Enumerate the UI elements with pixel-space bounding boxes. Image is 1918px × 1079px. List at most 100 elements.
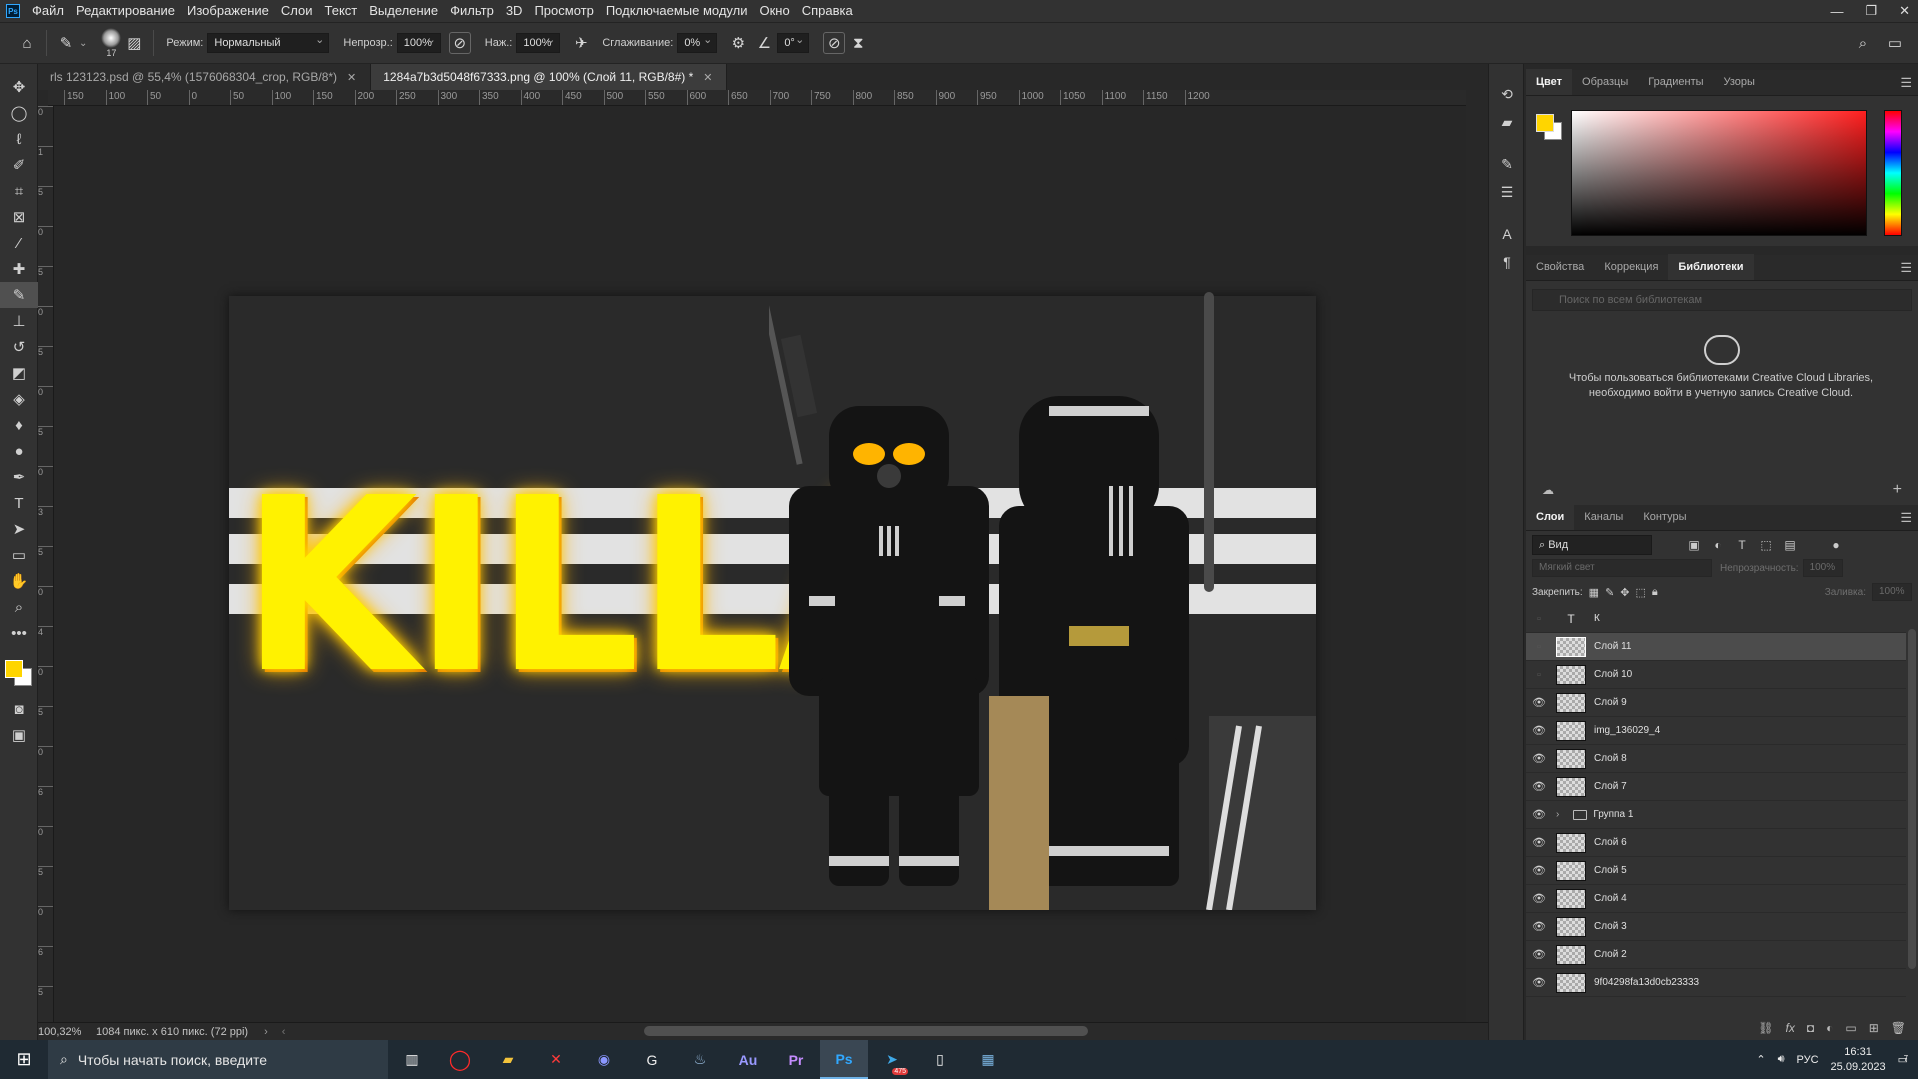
layer-row[interactable]: 👁︎ Слой 7 (1526, 773, 1906, 801)
visibility-eye-icon[interactable]: ▫ (1526, 669, 1552, 681)
menu-select[interactable]: Выделение (363, 0, 444, 22)
lasso-tool-icon[interactable]: ℓ (0, 126, 38, 152)
dodge-tool-icon[interactable]: ● (0, 438, 38, 464)
history-brush-tool-icon[interactable]: ↺ (0, 334, 38, 360)
notepad-icon[interactable]: ▯ (916, 1040, 964, 1079)
zoom-tool-icon[interactable]: ⌕ (0, 594, 38, 620)
fx-icon[interactable]: fx (1786, 1021, 1795, 1035)
new-group-icon[interactable]: ▭ (1845, 1021, 1856, 1035)
move-tool-icon[interactable]: ✥ (0, 74, 38, 100)
pixel-filter-icon[interactable]: ▣ (1686, 538, 1702, 552)
visibility-eye-icon[interactable]: 👁︎ (1526, 948, 1552, 961)
comments-icon[interactable]: ▰ (1489, 108, 1525, 136)
x-app-icon[interactable]: ✕ (532, 1040, 580, 1079)
hand-tool-icon[interactable]: ✋ (0, 568, 38, 594)
pen-tool-icon[interactable]: ✒ (0, 464, 38, 490)
menu-text[interactable]: Текст (319, 0, 364, 22)
pressure-opacity-icon[interactable]: ⊘ (448, 32, 471, 54)
cloud-sync-icon[interactable]: ☁ (1542, 483, 1554, 497)
type-filter-icon[interactable]: T (1734, 538, 1750, 552)
tab-paths[interactable]: Контуры (1633, 504, 1696, 530)
visibility-eye-icon[interactable]: 👁︎ (1526, 836, 1552, 849)
menu-layers[interactable]: Слои (275, 0, 319, 22)
restore-button[interactable]: ❐ (1865, 3, 1877, 19)
type-tool-icon[interactable]: T (0, 490, 38, 516)
menu-filter[interactable]: Фильтр (444, 0, 500, 22)
layer-row[interactable]: 👁︎ Слой 8 (1526, 745, 1906, 773)
fill-input[interactable]: 100% (1872, 583, 1912, 601)
expand-group-icon[interactable]: › (1556, 809, 1559, 820)
explorer-icon[interactable]: ▰ (484, 1040, 532, 1079)
visibility-eye-icon[interactable]: 👁︎ (1526, 780, 1552, 793)
more-tools-icon[interactable]: ••• (0, 620, 38, 646)
blend-mode-select[interactable]: Мягкий свет (1532, 559, 1712, 577)
smart-filter-icon[interactable]: ▤ (1782, 538, 1798, 552)
healing-brush-tool-icon[interactable]: ✚ (0, 256, 38, 282)
tab-document-2[interactable]: 1284a7b3d5048f67333.png @ 100% (Слой 11,… (371, 64, 728, 90)
tab-gradients[interactable]: Градиенты (1638, 69, 1713, 95)
lock-position-icon[interactable]: ✥ (1620, 586, 1629, 599)
horizontal-scrollbar[interactable] (644, 1026, 1088, 1036)
pressure-size-icon[interactable]: ⊘ (823, 32, 846, 54)
menu-plugins[interactable]: Подключаемые модули (600, 0, 754, 22)
symmetry-icon[interactable]: ⧗ (845, 30, 871, 56)
library-search-input[interactable]: Поиск по всем библиотекам (1532, 289, 1912, 311)
tab-adjustments[interactable]: Коррекция (1594, 254, 1668, 280)
layer-row[interactable]: 👁︎ Слой 4 (1526, 885, 1906, 913)
new-layer-icon[interactable]: ⊞ (1869, 1021, 1879, 1035)
link-layers-icon[interactable]: ⛓ (1758, 1021, 1773, 1035)
layer-row[interactable]: 👁︎ Слой 9 (1526, 689, 1906, 717)
color-field[interactable] (1571, 110, 1867, 236)
visibility-eye-icon[interactable]: ▫ (1526, 641, 1552, 653)
character-icon[interactable]: A (1489, 220, 1525, 248)
history-icon[interactable]: ⟲ (1489, 80, 1525, 108)
visibility-eye-icon[interactable]: 👁︎ (1526, 976, 1552, 989)
layer-row[interactable]: 👁︎ Слой 5 (1526, 857, 1906, 885)
menu-file[interactable]: Файл (26, 0, 70, 22)
photoshop-taskbar-icon[interactable]: Ps (820, 1040, 868, 1079)
lock-all-icon[interactable]: 🔒︎ (1652, 586, 1658, 599)
marquee-tool-icon[interactable]: ◯ (0, 100, 38, 126)
layer-row[interactable]: ▫ T К (1526, 605, 1906, 633)
tab-channels[interactable]: Каналы (1574, 504, 1633, 530)
workspace-icon[interactable]: ▭ (1882, 30, 1908, 56)
taskbar-search[interactable]: ⌕ Чтобы начать поиск, введите (48, 1040, 388, 1079)
lock-artboard-icon[interactable]: ⬚ (1636, 586, 1646, 599)
visibility-eye-icon[interactable]: 👁︎ (1526, 696, 1552, 709)
layer-row[interactable]: 👁︎ › Группа 1 (1526, 801, 1906, 829)
menu-help[interactable]: Справка (796, 0, 859, 22)
mode-select[interactable]: Нормальный (207, 31, 330, 53)
search-icon[interactable]: ⌕ (1850, 30, 1876, 56)
visibility-eye-icon[interactable]: ▫ (1526, 613, 1552, 625)
lock-transparent-icon[interactable]: ▦ (1589, 586, 1599, 599)
close-button[interactable]: ✕ (1899, 3, 1910, 19)
home-icon[interactable]: ⌂ (14, 30, 40, 56)
delete-layer-icon[interactable]: 🗑︎ (1891, 1021, 1906, 1035)
rectangle-tool-icon[interactable]: ▭ (0, 542, 38, 568)
adjustments-icon[interactable]: ☰ (1489, 178, 1525, 206)
scroll-left-icon[interactable]: ‹ (282, 1026, 286, 1038)
tab-patterns[interactable]: Узоры (1714, 69, 1765, 95)
pressure-input[interactable]: 100% (516, 31, 561, 53)
quick-mask-icon[interactable]: ◙ (0, 696, 38, 722)
windows-start-icon[interactable]: ⊞ (0, 1040, 48, 1079)
add-mask-icon[interactable]: ◘ (1807, 1021, 1814, 1035)
color-swatches[interactable] (0, 646, 37, 696)
volume-icon[interactable]: 🔊︎ (1778, 1053, 1785, 1066)
shape-filter-icon[interactable]: ⬚ (1758, 538, 1774, 552)
adjustment-layer-icon[interactable]: ◐ (1826, 1021, 1833, 1035)
telegram-icon[interactable]: ➤ 475 (868, 1040, 916, 1079)
audition-icon[interactable]: Au (724, 1040, 772, 1079)
crop-tool-icon[interactable]: ⌗ (0, 178, 38, 204)
gear-icon[interactable]: ⚙ (725, 30, 751, 56)
tab-document-1[interactable]: rls 123123.psd @ 55,4% (1576068304_crop,… (38, 64, 372, 90)
eraser-tool-icon[interactable]: ◩ (0, 360, 38, 386)
paint-bucket-tool-icon[interactable]: ◈ (0, 386, 38, 412)
visibility-eye-icon[interactable]: 👁︎ (1526, 892, 1552, 905)
brush-settings-icon[interactable]: ▨ (121, 30, 147, 56)
status-arrow-icon[interactable]: › (264, 1026, 268, 1038)
chevron-up-icon[interactable]: ⌃ (1756, 1053, 1765, 1066)
layer-opacity-input[interactable]: 100% (1802, 559, 1843, 577)
brush-size-picker[interactable]: 17 (101, 28, 122, 58)
angle-input[interactable]: 0° (777, 31, 810, 53)
